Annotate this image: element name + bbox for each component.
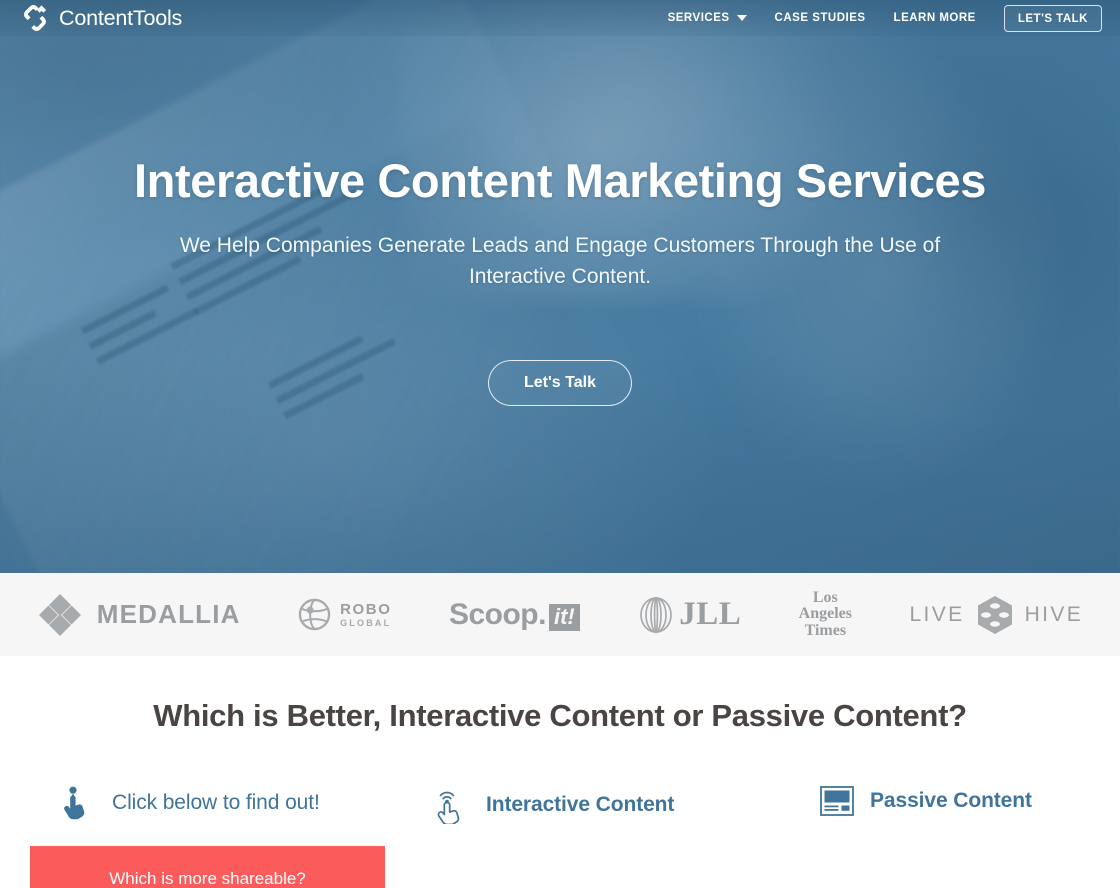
compare-column-passive-label: Passive Content: [870, 789, 1032, 812]
logo-robo-global[interactable]: ROBO GLOBAL: [298, 598, 391, 631]
medallia-diamond-icon: [38, 593, 81, 636]
hero-lets-talk-button[interactable]: Let's Talk: [488, 360, 632, 406]
logo-jll[interactable]: JLL: [637, 595, 741, 635]
compare-column-prompt-label: Click below to find out!: [112, 791, 320, 814]
scoop-it-badge: it!: [548, 603, 580, 631]
brand-name: ContentTools: [59, 5, 183, 30]
contenttools-logo-icon: [24, 5, 47, 31]
robo-global-line2: GLOBAL: [340, 617, 392, 628]
client-logo-bar: MEDALLIA ROBO GLOBAL Scoop. it! JLL Los …: [0, 573, 1120, 656]
nav-item-learn-more-label: LEARN MORE: [893, 12, 976, 24]
jll-wordmark: JLL: [679, 596, 742, 632]
hero-content: Interactive Content Marketing Services W…: [0, 0, 1120, 573]
logo-livehive[interactable]: LIVE HIVE: [909, 595, 1083, 635]
hero-section: ContentTools SERVICES CASE STUDIES LEARN…: [0, 0, 1120, 573]
quiz-question-bar[interactable]: Which is more shareable?: [30, 846, 385, 888]
livehive-hex-icon: [977, 595, 1012, 634]
lat-line2: Angeles: [798, 605, 852, 623]
compare-column-passive: Passive Content: [820, 786, 1096, 816]
livehive-text-left: LIVE: [909, 602, 965, 626]
nav-item-case-studies[interactable]: CASE STUDIES: [775, 12, 866, 24]
nav-lets-talk-button[interactable]: LET'S TALK: [1003, 4, 1102, 32]
nav-item-services-label: SERVICES: [667, 12, 730, 24]
nav-links: SERVICES CASE STUDIES LEARN MORE LET'S T…: [668, 4, 1102, 32]
robo-global-globe-icon: [298, 598, 331, 631]
logo-los-angeles-times[interactable]: Los Angeles Times: [798, 589, 852, 639]
nav-item-case-studies-label: CASE STUDIES: [774, 12, 866, 24]
jll-rings-icon: [640, 596, 673, 633]
compare-section: Which is Better, Interactive Content or …: [0, 656, 1120, 888]
top-navigation-bar: ContentTools SERVICES CASE STUDIES LEARN…: [0, 0, 1120, 36]
compare-title: Which is Better, Interactive Content or …: [153, 698, 967, 733]
logo-scoop-it[interactable]: Scoop. it!: [449, 598, 580, 632]
nav-item-services[interactable]: SERVICES: [668, 12, 747, 24]
hand-tap-filled-icon: [64, 786, 85, 820]
article-layout-icon: [820, 786, 854, 816]
quiz-row: Which is more shareable?: [0, 846, 1120, 888]
robo-global-line1: ROBO: [340, 600, 392, 618]
compare-column-prompt: Click below to find out!: [62, 786, 434, 820]
compare-column-interactive: Interactive Content: [434, 786, 820, 824]
lat-line1: Los: [812, 589, 838, 607]
logo-medallia[interactable]: MEDALLIA: [37, 592, 241, 638]
livehive-text-right: HIVE: [1024, 602, 1084, 626]
quiz-question-text: Which is more shareable?: [109, 869, 306, 888]
brand-logo[interactable]: ContentTools: [20, 5, 182, 31]
compare-columns: Click below to find out! Interactive Con…: [0, 786, 1120, 824]
compare-column-interactive-label: Interactive Content: [486, 793, 675, 816]
nav-item-learn-more[interactable]: LEARN MORE: [894, 12, 976, 24]
hand-tap-outline-icon: [437, 791, 460, 824]
hero-subtitle: We Help Companies Generate Leads and Eng…: [179, 234, 941, 288]
scoop-it-wordmark: Scoop.: [448, 597, 547, 631]
medallia-wordmark: MEDALLIA: [96, 599, 241, 629]
hero-title: Interactive Content Marketing Services: [134, 154, 986, 207]
lat-line3: Times: [804, 621, 847, 639]
chevron-down-icon: [736, 15, 747, 21]
